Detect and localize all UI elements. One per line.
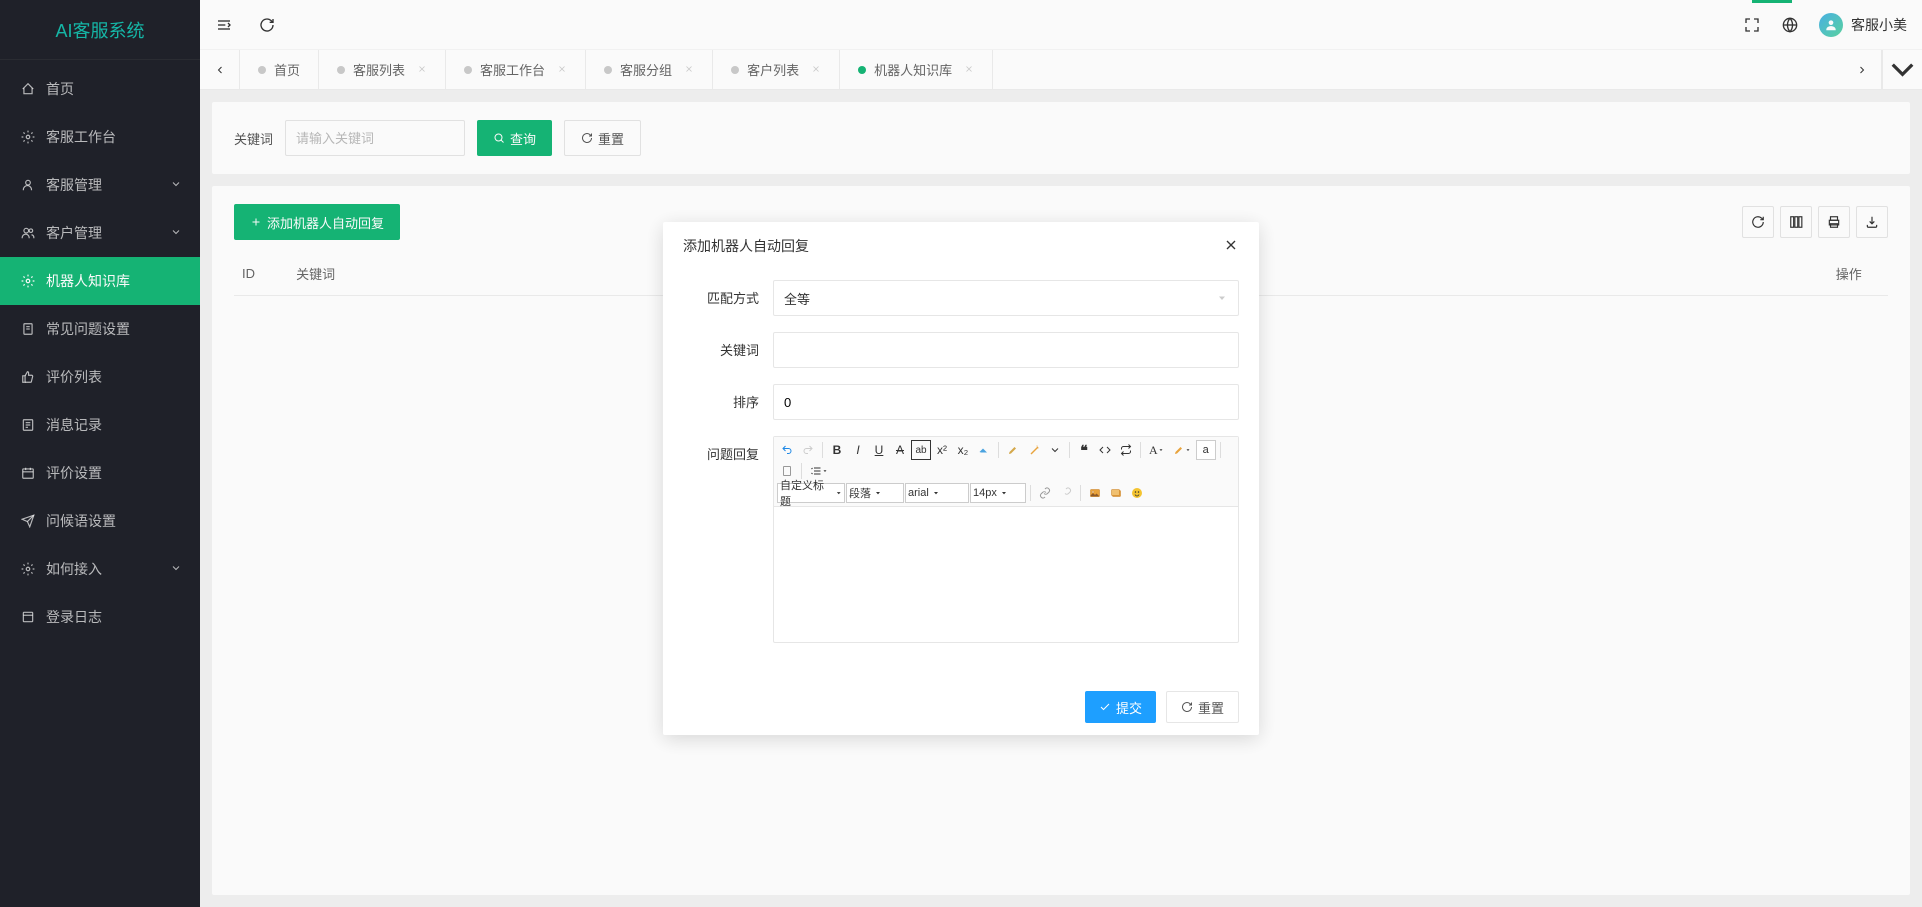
match-select[interactable]: 全等: [773, 280, 1239, 316]
eraser-icon[interactable]: [974, 440, 994, 460]
match-select-value: 全等: [784, 289, 810, 308]
modal-reset-label: 重置: [1198, 698, 1224, 717]
font-color-icon[interactable]: A: [1145, 440, 1168, 460]
image-icon[interactable]: [1085, 483, 1105, 503]
size-select[interactable]: 14px: [970, 483, 1026, 503]
heading-select[interactable]: 自定义标题: [777, 483, 845, 503]
unlink-icon[interactable]: [1056, 483, 1076, 503]
sort-label: 排序: [683, 384, 773, 411]
font-select[interactable]: arial: [905, 483, 969, 503]
underline-icon[interactable]: U: [869, 440, 889, 460]
paragraph-select[interactable]: 段落: [846, 483, 904, 503]
editor-toolbar: B I U A ab x² x₂: [774, 437, 1238, 507]
bold-icon[interactable]: B: [827, 440, 847, 460]
multi-image-icon[interactable]: [1106, 483, 1126, 503]
code-icon[interactable]: [1095, 440, 1115, 460]
italic-icon[interactable]: I: [848, 440, 868, 460]
strike-icon[interactable]: A: [890, 440, 910, 460]
rich-editor: B I U A ab x² x₂: [773, 436, 1239, 643]
reverse-icon[interactable]: [1116, 440, 1136, 460]
redo-icon[interactable]: [798, 440, 818, 460]
modal-close-button[interactable]: [1223, 237, 1239, 256]
emoji-icon[interactable]: [1127, 483, 1147, 503]
submit-button[interactable]: 提交: [1085, 691, 1156, 723]
link-icon[interactable]: [1035, 483, 1055, 503]
keyword-field[interactable]: [773, 332, 1239, 368]
modal: 添加机器人自动回复 匹配方式 全等 关键词: [663, 222, 1259, 735]
reply-label: 问题回复: [683, 436, 773, 463]
select-all-icon[interactable]: [1045, 440, 1065, 460]
remove-format-icon[interactable]: a: [1196, 440, 1216, 460]
sort-field[interactable]: [773, 384, 1239, 420]
brush-icon[interactable]: [1003, 440, 1023, 460]
modal-reset-button[interactable]: 重置: [1166, 691, 1239, 723]
wand-icon[interactable]: [1024, 440, 1044, 460]
bg-color-icon[interactable]: [1169, 440, 1195, 460]
editor-content[interactable]: [774, 507, 1238, 642]
match-label: 匹配方式: [683, 280, 773, 307]
modal-mask: 添加机器人自动回复 匹配方式 全等 关键词: [0, 0, 1922, 907]
sub-icon[interactable]: x₂: [953, 440, 973, 460]
quote-icon[interactable]: ❝: [1074, 440, 1094, 460]
modal-title: 添加机器人自动回复: [683, 236, 809, 256]
undo-icon[interactable]: [777, 440, 797, 460]
sup-icon[interactable]: x²: [932, 440, 952, 460]
submit-label: 提交: [1116, 698, 1142, 717]
border-icon[interactable]: ab: [911, 440, 931, 460]
keyword-label: 关键词: [683, 332, 773, 359]
